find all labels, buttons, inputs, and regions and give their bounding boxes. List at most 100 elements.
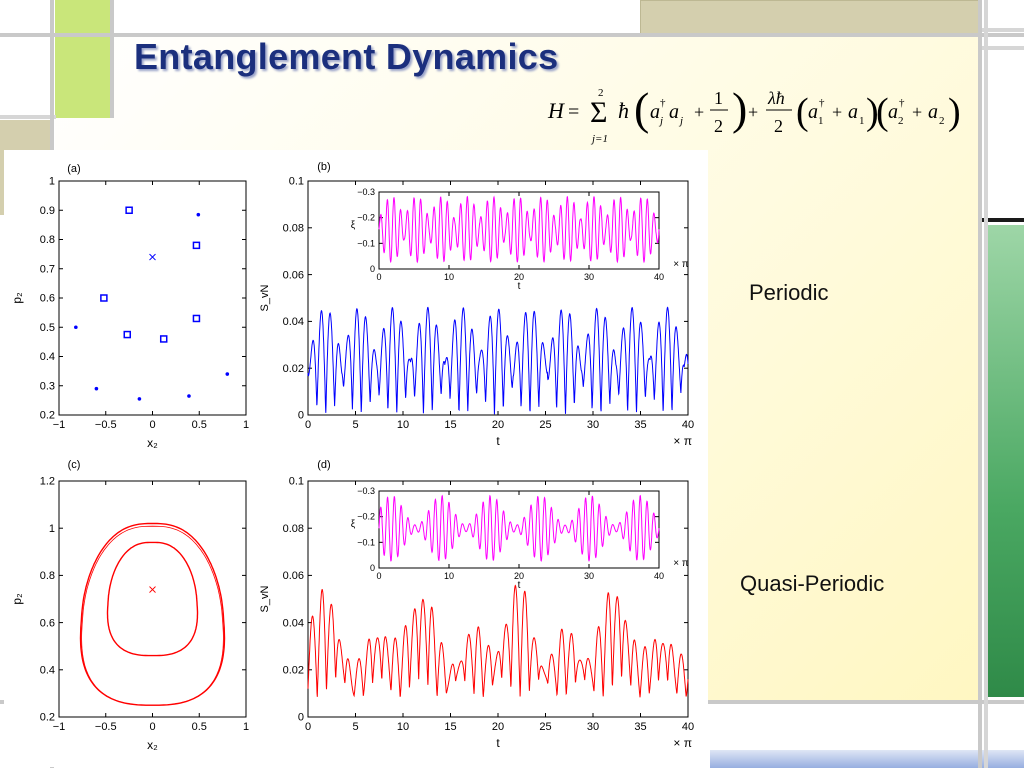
x-unit-label: × π	[673, 736, 692, 750]
panel-a: −1 −0.5 0 0.5 10.20.30.40.50.60.70.80.91(a)x…	[10, 163, 249, 450]
label-periodic: Periodic	[749, 280, 829, 305]
y-tick-label: 0.08	[283, 222, 304, 234]
eq-half-num: 1	[714, 88, 723, 108]
entanglement-figure: −1 −0.5 0 0.5 10.20.30.40.50.60.70.80.91(a)x…	[4, 150, 708, 767]
eq-op: a	[888, 101, 898, 123]
x-tick-label: 40	[682, 419, 694, 431]
svg-text:(: (	[876, 91, 889, 133]
y-tick-label: 1	[49, 176, 55, 188]
svg-text:): )	[948, 91, 961, 133]
inset-x-unit: × π	[673, 558, 689, 569]
x-tick-label: 15	[444, 721, 456, 733]
y-tick-label: 0.3	[40, 380, 55, 392]
svg-text:): )	[732, 83, 747, 134]
slide-title: Entanglement Dynamics	[134, 36, 559, 77]
y-tick-label: 0.4	[40, 351, 55, 363]
inset-x-label: t	[518, 580, 521, 591]
y-tick-label: 0.06	[283, 570, 304, 582]
x-tick-label: 15	[444, 419, 456, 431]
eq-index: 1	[818, 115, 824, 127]
x-tick-label: 20	[492, 419, 504, 431]
x-tick-label: 30	[587, 721, 599, 733]
eq-dagger: †	[819, 97, 825, 109]
inset-x-unit: × π	[673, 259, 689, 270]
svg-text:+: +	[748, 102, 758, 122]
svg-text:=: =	[568, 101, 579, 123]
y-tick-label: 0.2	[40, 410, 55, 422]
x-tick-label: 1	[243, 721, 249, 733]
x-tick-label: 40	[654, 571, 664, 581]
data-point-dot	[187, 394, 191, 398]
x-tick-label: 0	[305, 419, 311, 431]
y-tick-label: 0.2	[40, 712, 55, 724]
x-axis-label: t	[496, 434, 500, 448]
y-tick-label: −0.3	[357, 486, 375, 496]
x-tick-label: 40	[654, 272, 664, 282]
x-tick-label: 40	[682, 721, 694, 733]
y-tick-label: 0.04	[283, 316, 304, 328]
eq-op: a	[808, 101, 818, 123]
y-tick-label: 0.6	[40, 293, 55, 305]
y-tick-label: −0.2	[357, 512, 375, 522]
x-tick-label: 30	[584, 272, 594, 282]
divider	[978, 0, 982, 768]
y-tick-label: 0	[298, 410, 304, 422]
y-tick-label: −0.3	[357, 187, 375, 197]
lime-block	[55, 0, 110, 118]
inset-y-label: ξ	[351, 220, 356, 231]
y-tick-label: 0.5	[40, 322, 55, 334]
eq-coupling-num: λħ	[767, 88, 785, 108]
eq-op: a	[650, 101, 660, 123]
eq-half-den: 2	[714, 116, 723, 136]
y-tick-label: 0	[298, 712, 304, 724]
x-tick-label: −0.5	[95, 721, 117, 733]
y-tick-label: 0.7	[40, 263, 55, 275]
x-tick-label: 1	[243, 419, 249, 431]
x-axis-label: t	[496, 736, 500, 750]
divider	[0, 115, 56, 119]
tan-block-top	[640, 0, 980, 35]
eq-lhs: H	[547, 98, 565, 123]
panel-c: −1 −0.5 0 0.5 10.20.40.60.811.2(c)x₂p₂	[10, 459, 249, 752]
panel-label: (c)	[68, 459, 81, 471]
axes-frame	[58, 180, 247, 416]
hamiltonian-equation: H = 2 Σ j=1 ħ ( a † j a j + 1 2 ) + λħ 2…	[547, 83, 961, 145]
x-tick-label: 0.5	[192, 721, 207, 733]
x-tick-label: 10	[444, 272, 454, 282]
green-bar	[986, 225, 1024, 697]
x-tick-label: 10	[444, 571, 454, 581]
eq-op: a	[848, 101, 858, 123]
blue-bar	[710, 750, 1024, 768]
y-tick-label: −0.1	[357, 537, 375, 547]
y-tick-label: 0.8	[40, 570, 55, 582]
eq-index: 2	[898, 115, 904, 127]
x-tick-label: 35	[634, 721, 646, 733]
svg-text:(: (	[634, 83, 649, 134]
eq-index: 1	[859, 115, 865, 127]
eq-dagger: †	[899, 97, 905, 109]
x-tick-label: 0	[305, 721, 311, 733]
x-tick-label: 20	[492, 721, 504, 733]
x-tick-label: 0	[376, 272, 381, 282]
x-tick-label: 10	[397, 419, 409, 431]
x-axis-label: x₂	[147, 436, 158, 450]
x-tick-label: 30	[587, 419, 599, 431]
eq-dagger: †	[660, 97, 666, 109]
eq-op: a	[669, 101, 679, 123]
eq-hbar: ħ	[618, 98, 629, 123]
y-tick-label: 0.04	[283, 617, 304, 629]
eq-index: 2	[939, 115, 945, 127]
y-tick-label: 0.02	[283, 363, 304, 375]
y-tick-label: 0.1	[289, 176, 304, 188]
x-tick-label: 10	[397, 721, 409, 733]
x-tick-label: 25	[539, 419, 551, 431]
svg-text:+: +	[832, 102, 842, 122]
y-tick-label: 0.9	[40, 205, 55, 217]
axes-frame	[58, 480, 247, 718]
x-tick-label: 5	[352, 721, 358, 733]
y-tick-label: 0.1	[289, 476, 304, 488]
y-tick-label: 0.4	[40, 664, 55, 676]
y-axis-label: S_vN	[259, 585, 271, 612]
x-tick-label: 35	[634, 419, 646, 431]
y-axis-label: p₂	[10, 593, 24, 605]
